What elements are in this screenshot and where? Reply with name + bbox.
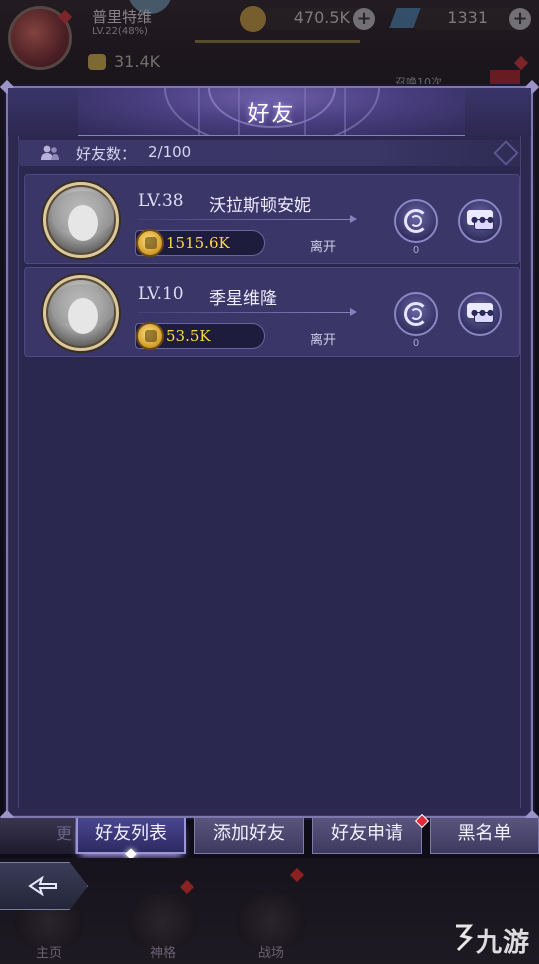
tab-friend-list[interactable]: 好友列表 — [76, 818, 186, 860]
swirl-icon-inner — [410, 308, 422, 320]
tab-friend-requests[interactable]: 好友申请 — [312, 813, 430, 854]
friend-count-row: 好友数： 2/100 — [18, 140, 521, 166]
watermark-text: 九游 — [476, 928, 531, 958]
power-fist-icon — [136, 322, 164, 350]
divider-arrow-icon — [350, 308, 357, 316]
nav-home-label: 主页 — [35, 946, 62, 961]
diamond-amount: 1331 — [447, 8, 488, 27]
friends-screen: 普里特维 LV.22(48%) 470.5K + 1331 + 31.4K 召唤… — [0, 0, 539, 964]
panel-title: 好友 — [247, 102, 296, 127]
tab-add-friend-label: 添加好友 — [213, 823, 285, 844]
tab-blacklist-label: 黑名单 — [457, 823, 512, 844]
partial-tab-label: 更 — [56, 824, 73, 843]
friend-power: 53.5K — [166, 327, 211, 345]
chat-button[interactable]: ●●● — [458, 199, 502, 243]
friend-count-label: 好友数： — [76, 145, 137, 163]
gift-count: 0 — [412, 245, 420, 256]
friend-name: 沃拉斯顿安妮 — [209, 196, 311, 216]
nav-battle-label: 战场 — [257, 946, 284, 961]
friend-level: LV.10 — [138, 284, 184, 304]
summon-banner — [490, 70, 520, 84]
back-arrow-icon — [28, 876, 57, 896]
friend-power: 1515.6K — [166, 234, 230, 252]
friend-name: 季星维隆 — [209, 289, 277, 309]
add-gold-button[interactable]: + — [353, 8, 375, 30]
send-stamina-button[interactable] — [394, 199, 438, 243]
player-name: 普里特维 — [92, 8, 153, 26]
player-level: LV.22(48%) — [92, 26, 148, 37]
swirl-icon-inner — [410, 215, 422, 227]
friend-card[interactable]: LV.10 季星维隆 53.5K 离开 0 ●●● — [24, 267, 520, 357]
friend-avatar[interactable] — [43, 275, 119, 351]
friends-panel: 好友 好友数： 2/100 LV.38 沃拉斯顿安妮 1515.6K 离开 0 … — [0, 79, 539, 825]
friend-level: LV.38 — [138, 191, 184, 211]
avatar-face — [68, 298, 98, 334]
gold-coin-icon — [240, 6, 266, 32]
friends-tab-bar: 更 好友列表 添加好友 好友申请 黑名单 — [0, 813, 539, 860]
chat-dots-icon: ●●● — [471, 308, 495, 317]
friend-avatar[interactable] — [43, 182, 119, 258]
divider-arrow-icon — [350, 215, 357, 223]
friends-icon — [41, 145, 59, 160]
gold-amount: 470.5K — [293, 8, 350, 27]
power-fist-icon — [136, 229, 164, 257]
tab-add-friend[interactable]: 添加好友 — [194, 818, 304, 854]
name-divider — [138, 219, 354, 220]
friend-power-pill: 1515.6K — [135, 229, 265, 257]
friend-power-pill: 53.5K — [135, 322, 265, 350]
chat-dots-icon: ●●● — [471, 215, 495, 224]
tab-blacklist[interactable]: 黑名单 — [430, 818, 539, 854]
tab-edge-left: 更 — [0, 818, 76, 854]
alert-gem-icon — [513, 55, 529, 71]
power-fist-icon — [88, 54, 106, 70]
watermark-logo-icon — [456, 924, 474, 952]
avatar-face — [68, 205, 98, 241]
friend-status: 离开 — [310, 240, 337, 255]
friend-count-value: 2/100 — [148, 143, 192, 161]
chat-button[interactable]: ●●● — [458, 292, 502, 336]
panel-title-bar: 好友 — [78, 88, 465, 136]
title-side-left — [8, 88, 78, 136]
title-side-right — [461, 88, 531, 136]
exp-bar — [195, 40, 360, 43]
gift-count: 0 — [412, 338, 420, 349]
nav-divinity-label: 神格 — [149, 946, 176, 961]
player-status-bar: 普里特维 LV.22(48%) 470.5K + 1331 + 31.4K 召唤… — [0, 0, 539, 89]
send-stamina-button[interactable] — [394, 292, 438, 336]
name-divider — [138, 312, 354, 313]
tab-friend-requests-label: 好友申请 — [331, 823, 403, 844]
diamond-ornament — [493, 140, 519, 166]
add-diamond-button[interactable]: + — [509, 8, 531, 30]
friend-card[interactable]: LV.38 沃拉斯顿安妮 1515.6K 离开 0 ●●● — [24, 174, 520, 264]
player-power: 31.4K — [114, 52, 161, 71]
friend-status: 离开 — [310, 333, 337, 348]
tab-friend-list-label: 好友列表 — [95, 823, 167, 844]
